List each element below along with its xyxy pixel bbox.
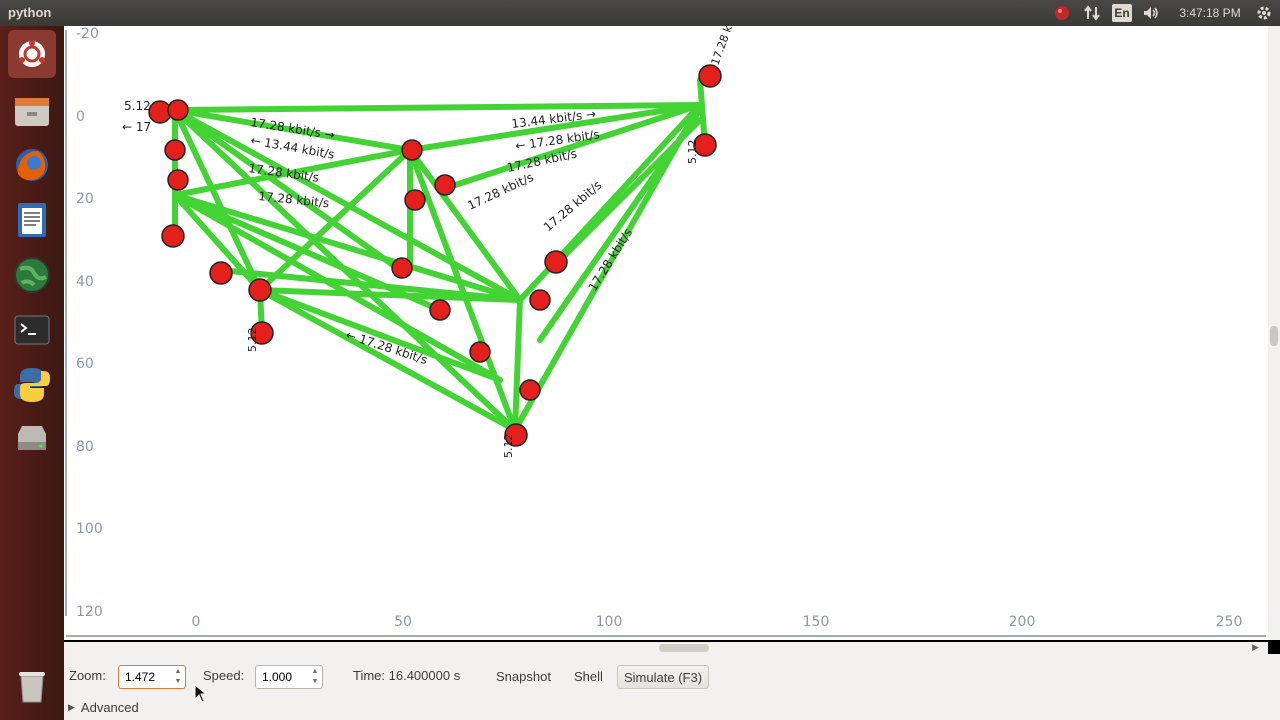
x-tick: 100 xyxy=(596,614,623,630)
node[interactable] xyxy=(519,379,541,401)
expander-arrow-icon: ▶ xyxy=(68,702,75,712)
vertical-scroll-thumb[interactable] xyxy=(1270,326,1278,346)
clock[interactable]: 3:47:18 PM xyxy=(1174,4,1246,22)
file-manager-icon[interactable] xyxy=(8,86,56,134)
node-label: 5.12 xyxy=(686,140,699,165)
speed-up-icon[interactable]: ▲ xyxy=(310,667,320,676)
node[interactable] xyxy=(469,341,491,363)
node[interactable] xyxy=(167,99,189,121)
node[interactable] xyxy=(161,224,185,248)
gear-icon[interactable] xyxy=(1254,4,1274,22)
speed-input[interactable] xyxy=(260,667,316,687)
network-plot[interactable]: -20 0 20 40 60 80 100 120 0 50 100 150 2… xyxy=(64,1,1268,640)
node[interactable] xyxy=(434,174,456,196)
node[interactable] xyxy=(404,189,426,211)
volume-icon[interactable] xyxy=(1141,4,1161,22)
node[interactable] xyxy=(209,261,233,285)
dash-home-icon[interactable] xyxy=(8,30,56,78)
y-tick: 40 xyxy=(76,274,94,290)
y-tick: 20 xyxy=(76,191,94,207)
trash-icon[interactable] xyxy=(8,662,56,710)
advanced-label: Advanced xyxy=(80,700,139,715)
network-icon[interactable] xyxy=(1082,4,1102,22)
speed-spinbox[interactable]: ▲ ▼ xyxy=(255,665,323,689)
snapshot-button[interactable]: Snapshot xyxy=(490,665,557,687)
zoom-down-icon[interactable]: ▼ xyxy=(173,677,183,686)
x-tick: 50 xyxy=(394,614,412,630)
link-labels: 17.28 kbit/s → 13.44 kbit/s → ← 17.28 kb… xyxy=(122,99,635,367)
time-display: Time: 16.400000 s xyxy=(353,668,461,683)
speed-down-icon[interactable]: ▼ xyxy=(310,677,320,686)
horizontal-scroll-thumb[interactable] xyxy=(659,644,709,652)
link-label: 5.12 xyxy=(124,99,151,113)
x-tick: 0 xyxy=(192,614,201,630)
node-label: 5.12 xyxy=(246,328,259,353)
launcher xyxy=(0,26,64,720)
node[interactable] xyxy=(529,289,551,311)
globe-icon[interactable] xyxy=(8,251,56,299)
drive-icon[interactable] xyxy=(8,416,56,464)
y-tick: 0 xyxy=(76,109,85,125)
node[interactable] xyxy=(167,169,189,191)
simulation-toolbar: Zoom: ▲ ▼ Speed: ▲ ▼ Time: 16.400000 s S… xyxy=(64,654,1280,720)
network-canvas[interactable]: -20 0 20 40 60 80 100 120 0 50 100 150 2… xyxy=(64,1,1268,640)
firefox-icon[interactable] xyxy=(8,141,56,189)
shell-button[interactable]: Shell xyxy=(568,665,609,687)
terminal-icon[interactable] xyxy=(8,306,56,354)
simulate-button[interactable]: Simulate (F3) xyxy=(617,665,710,689)
app-title: python xyxy=(8,5,52,20)
node[interactable] xyxy=(401,139,423,161)
zoom-up-icon[interactable]: ▲ xyxy=(173,667,183,676)
advanced-expander[interactable]: ▶ Advanced xyxy=(68,700,139,715)
x-tick: 250 xyxy=(1216,614,1243,630)
node-label: 17.28 kbit/s xyxy=(709,26,744,67)
record-icon[interactable] xyxy=(1052,4,1072,22)
node[interactable] xyxy=(698,64,722,88)
y-tick: 60 xyxy=(76,356,94,372)
y-tick: 80 xyxy=(76,439,94,455)
horizontal-scrollbar[interactable]: ▶ xyxy=(64,642,1268,654)
x-tick: 150 xyxy=(803,614,830,630)
node[interactable] xyxy=(429,299,451,321)
node[interactable] xyxy=(164,139,186,161)
y-tick: 100 xyxy=(76,521,103,537)
keyboard-icon[interactable]: En xyxy=(1112,4,1132,22)
y-tick: -20 xyxy=(76,26,99,42)
x-tick: 200 xyxy=(1009,614,1036,630)
network-links xyxy=(172,77,708,433)
scroll-right-arrow[interactable]: ▶ xyxy=(1252,642,1259,653)
vertical-scrollbar[interactable] xyxy=(1268,26,1280,640)
text-editor-icon[interactable] xyxy=(8,196,56,244)
node[interactable] xyxy=(544,250,568,274)
node-label: 5.12 xyxy=(502,434,515,459)
link-label: ← 17 xyxy=(122,120,151,134)
mouse-cursor-icon xyxy=(194,684,208,703)
y-tick: 120 xyxy=(76,604,103,620)
speed-label: Speed: xyxy=(203,668,245,683)
node[interactable] xyxy=(391,257,413,279)
zoom-label: Zoom: xyxy=(69,668,106,683)
top-panel: python En 3:47:18 PM xyxy=(0,0,1280,26)
node[interactable] xyxy=(248,278,272,302)
zoom-spinbox[interactable]: ▲ ▼ xyxy=(118,665,186,689)
python-icon[interactable] xyxy=(8,361,56,409)
zoom-input[interactable] xyxy=(123,667,179,687)
